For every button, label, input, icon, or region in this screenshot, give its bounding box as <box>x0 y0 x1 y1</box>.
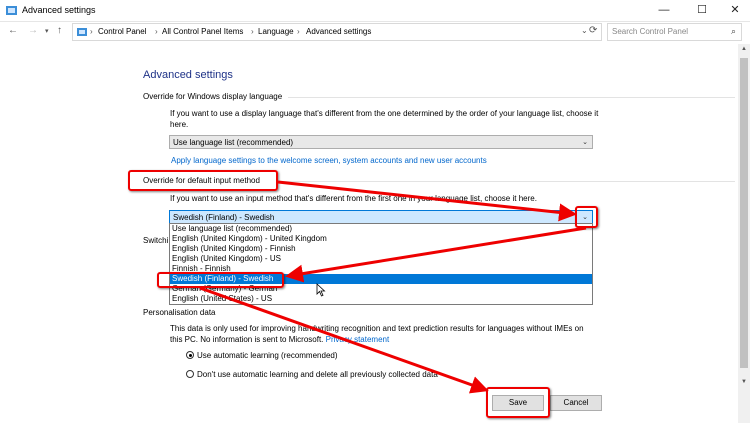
mouse-cursor-icon <box>316 283 326 297</box>
arrow-to-dropdown <box>277 180 577 222</box>
arrow-to-save <box>199 286 489 394</box>
arrow-to-selection <box>285 226 587 283</box>
annotation-arrows <box>199 180 587 394</box>
